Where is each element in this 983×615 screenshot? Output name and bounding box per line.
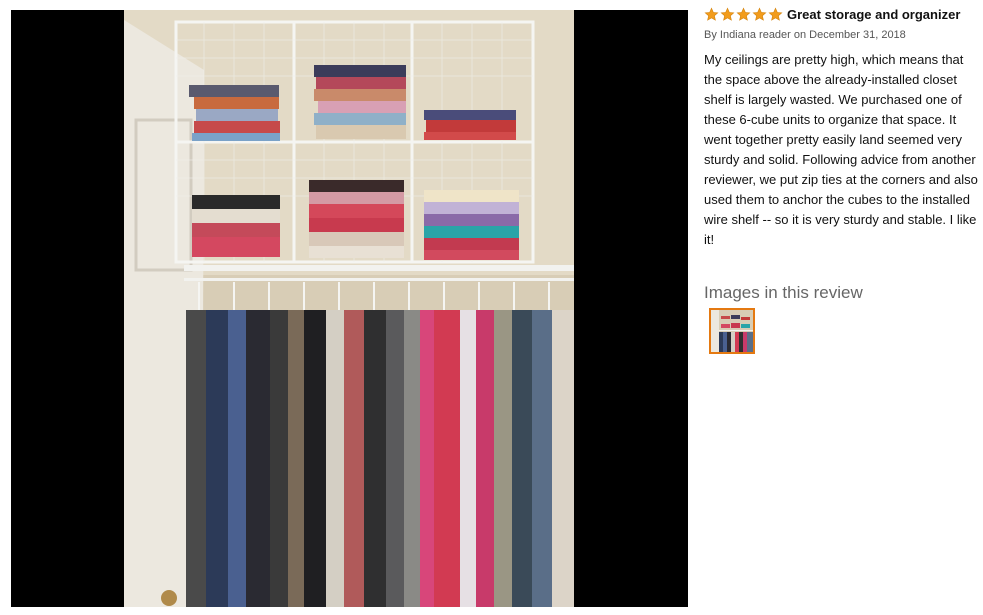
review-image-thumbnail[interactable] (709, 308, 755, 354)
images-heading: Images in this review (704, 283, 863, 302)
star-icon (720, 7, 735, 21)
star-icon (704, 7, 719, 21)
star-icon (768, 7, 783, 21)
star-icon (736, 7, 751, 21)
review-byline: By Indiana reader on December 31, 2018 (704, 29, 906, 41)
review-photo-frame (11, 10, 688, 607)
image-viewer (0, 0, 694, 615)
review-photo (124, 10, 574, 607)
star-rating (704, 7, 783, 22)
review-body: My ceilings are pretty high, which means… (704, 52, 978, 247)
review-title: Great storage and organizer (787, 7, 961, 22)
review-title-row: Great storage and organizer (704, 7, 960, 22)
star-icon (752, 7, 767, 21)
